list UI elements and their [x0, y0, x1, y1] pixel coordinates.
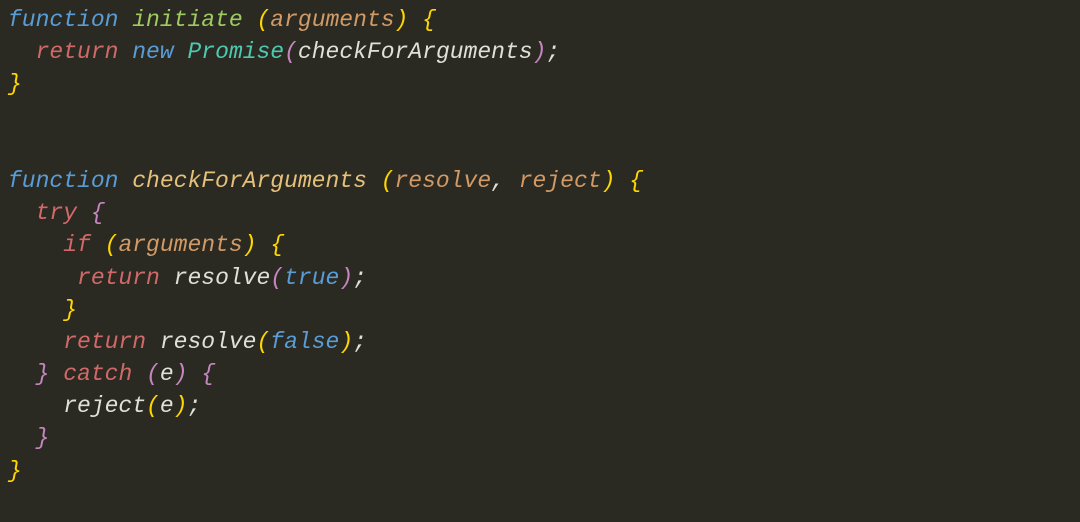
param-arguments: arguments — [118, 232, 242, 258]
brace-open: { — [270, 232, 284, 258]
semicolon: ; — [187, 393, 201, 419]
function-name-initiate: initiate — [132, 7, 242, 33]
fn-call-resolve: resolve — [174, 265, 271, 291]
brace-open: { — [201, 361, 215, 387]
semicolon: ; — [353, 329, 367, 355]
param-resolve: resolve — [395, 168, 492, 194]
brace-close: } — [36, 425, 50, 451]
param-arguments: arguments — [270, 7, 394, 33]
bool-false: false — [270, 329, 339, 355]
class-promise: Promise — [187, 39, 284, 65]
paren-open: ( — [105, 232, 119, 258]
semicolon: ; — [546, 39, 560, 65]
keyword-new: new — [132, 39, 173, 65]
paren-close: ) — [533, 39, 547, 65]
fn-call-resolve: resolve — [160, 329, 257, 355]
comma: , — [491, 168, 519, 194]
keyword-return: return — [36, 39, 119, 65]
paren-close: ) — [243, 232, 257, 258]
keyword-try: try — [36, 200, 77, 226]
paren-open: ( — [146, 393, 160, 419]
paren-open: ( — [270, 265, 284, 291]
brace-close: } — [8, 71, 22, 97]
code-block: function initiate (arguments) { return n… — [8, 4, 1072, 487]
keyword-return: return — [63, 329, 146, 355]
arg-e: e — [160, 393, 174, 419]
bool-true: true — [284, 265, 339, 291]
function-name-checkForArguments: checkForArguments — [132, 168, 367, 194]
paren-close: ) — [174, 393, 188, 419]
paren-close: ) — [339, 329, 353, 355]
paren-close: ) — [602, 168, 616, 194]
brace-open: { — [91, 200, 105, 226]
arg-checkForArguments: checkForArguments — [298, 39, 533, 65]
paren-open: ( — [256, 329, 270, 355]
paren-close: ) — [395, 7, 409, 33]
param-e: e — [160, 361, 174, 387]
fn-call-reject: reject — [63, 393, 146, 419]
brace-close: } — [63, 297, 77, 323]
paren-open: ( — [381, 168, 395, 194]
brace-close: } — [36, 361, 50, 387]
brace-open: { — [422, 7, 436, 33]
semicolon: ; — [353, 265, 367, 291]
paren-open: ( — [284, 39, 298, 65]
paren-open: ( — [146, 361, 160, 387]
param-reject: reject — [519, 168, 602, 194]
keyword-return: return — [77, 265, 160, 291]
paren-open: ( — [256, 7, 270, 33]
keyword-catch: catch — [63, 361, 132, 387]
keyword-function: function — [8, 168, 118, 194]
keyword-if: if — [63, 232, 91, 258]
brace-open: { — [629, 168, 643, 194]
brace-close: } — [8, 458, 22, 484]
paren-close: ) — [339, 265, 353, 291]
paren-close: ) — [174, 361, 188, 387]
keyword-function: function — [8, 7, 118, 33]
